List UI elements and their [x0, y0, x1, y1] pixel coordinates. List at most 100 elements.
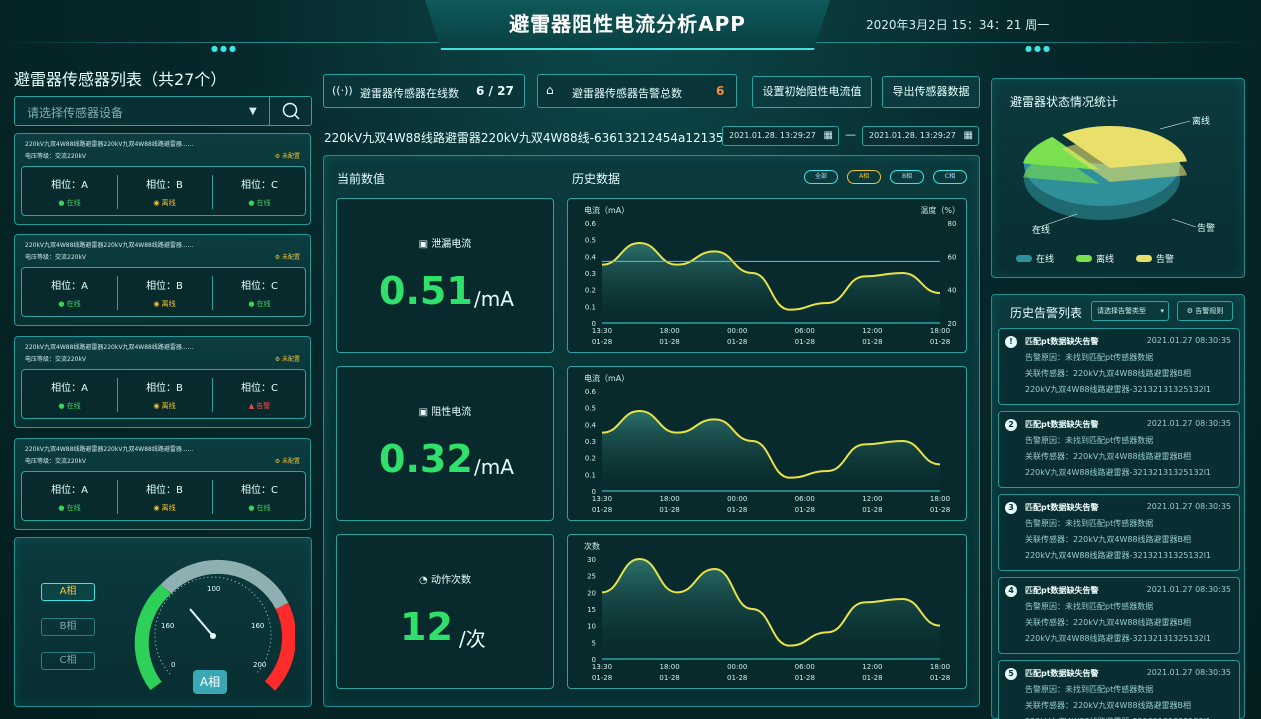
alarm-title: 匹配pt数据缺失告警: [1025, 337, 1099, 346]
y-tick-label: 0.2: [585, 455, 596, 463]
phase-status: 相位：C ● 在线: [241, 180, 278, 207]
alarm-card[interactable]: 5 匹配pt数据缺失告警 2021.01.27 08:30:35 告警原因：未找…: [998, 660, 1240, 719]
signal-icon: ((·)): [332, 84, 353, 97]
filter-c[interactable]: C相: [933, 170, 967, 184]
x-tick-label: 18:00 01-28: [930, 495, 950, 514]
voltage-level: 电压等级：交流220kV: [25, 254, 87, 261]
alarm-sensor: 关联传感器：220kV九双4W88线路避雷器B相: [1025, 701, 1192, 710]
x-tick-label: 13:30 01-28: [592, 663, 612, 682]
alarm-sensor: 关联传感器：220kV九双4W88线路避雷器B相: [1025, 535, 1192, 544]
export-data-button[interactable]: 导出传感器数据: [882, 76, 980, 108]
alarm-time: 2021.01.27 08:30:35: [1146, 585, 1231, 594]
phase-a-button[interactable]: A相: [41, 583, 95, 601]
search-button[interactable]: [269, 97, 311, 125]
y-axis-label: 电流（mA）: [584, 373, 629, 383]
legend-swatch: [1016, 255, 1032, 262]
sensor-card[interactable]: 220kV九双4W88线路避雷器220kV九双4W88线路避雷器...... 电…: [14, 234, 311, 326]
sensor-name: 220kV九双4W88线路避雷器220kV九双4W88线路避雷器......: [25, 446, 194, 453]
x-tick-label: 12:00 01-28: [862, 327, 882, 346]
sensor-card[interactable]: 220kV九双4W88线路避雷器220kV九双4W88线路避雷器...... 电…: [14, 438, 311, 530]
set-initial-current-button[interactable]: 设置初始阻性电流值: [752, 76, 872, 108]
app-title: 避雷器阻性电流分析APP: [509, 12, 746, 36]
calendar-icon[interactable]: ▦: [824, 127, 833, 145]
phase-c-button[interactable]: C相: [41, 652, 95, 670]
alarm-icon: 5: [1005, 668, 1017, 680]
y-tick-label: 25: [587, 573, 596, 581]
current-values-label: 当前数值: [337, 172, 386, 186]
alarm-time: 2021.01.27 08:30:35: [1146, 336, 1231, 345]
alarm-icon: 2: [1005, 419, 1017, 431]
resistive-current-value: 0.32: [379, 437, 473, 481]
legend-label: 离线: [1096, 253, 1114, 265]
sensor-card[interactable]: 220kV九双4W88线路避雷器220kV九双4W88线路避雷器...... 电…: [14, 336, 311, 428]
y-axis-label: 电流（mA）: [584, 205, 629, 215]
chevron-down-icon[interactable]: ▼: [249, 106, 257, 117]
search-icon: [282, 102, 300, 120]
y2-tick-label: 60: [948, 253, 957, 261]
alarm-card[interactable]: ! 匹配pt数据缺失告警 2021.01.27 08:30:35 告警原因：未找…: [998, 328, 1240, 405]
phase-row: 相位：A ● 在线 相位：B ◉ 离线 相位：C ● 在线: [21, 267, 306, 317]
alarm-count-label: 避雷器传感器告警总数: [572, 87, 682, 100]
alarm-title: 匹配pt数据缺失告警: [1025, 586, 1099, 595]
alarm-rule-button[interactable]: ⚙ 告警规则: [1177, 301, 1233, 321]
status-icon: ◉: [153, 504, 162, 512]
x-tick-label: 13:30 01-28: [592, 495, 612, 514]
leader-line: [1033, 213, 1078, 230]
monitor-icon: ▣: [418, 239, 432, 250]
alarm-type-select[interactable]: 请选择告警类型 ▾: [1091, 301, 1169, 321]
alarm-card[interactable]: 2 匹配pt数据缺失告警 2021.01.27 08:30:35 告警原因：未找…: [998, 411, 1240, 488]
gauge-tick: 200: [253, 661, 266, 669]
sensor-card[interactable]: 220kV九双4W88线路避雷器220kV九双4W88线路避雷器...... 电…: [14, 133, 311, 225]
alarm-time: 2021.01.27 08:30:35: [1146, 668, 1231, 677]
alarm-card[interactable]: 3 匹配pt数据缺失告警 2021.01.27 08:30:35 告警原因：未找…: [998, 494, 1240, 571]
alarm-card[interactable]: 4 匹配pt数据缺失告警 2021.01.27 08:30:35 告警原因：未找…: [998, 577, 1240, 654]
phase-row: 相位：A ● 在线 相位：B ◉ 离线 相位：C ● 在线: [21, 471, 306, 521]
filter-b[interactable]: B相: [890, 170, 924, 184]
phase-status: 相位：A ● 在线: [51, 281, 88, 308]
alarm-icon: 4: [1005, 585, 1017, 597]
phase-status: 相位：B ◉ 离线: [146, 281, 183, 308]
voltage-level: 电压等级：交流220kV: [25, 153, 87, 160]
phase-b-button[interactable]: B相: [41, 618, 95, 636]
alarm-reason: 告警原因：未找到匹配pt传感器数据: [1025, 436, 1154, 445]
legend-label: 在线: [1036, 253, 1054, 265]
x-tick-label: 00:00 01-28: [727, 495, 747, 514]
phase-status: 相位：B ◉ 离线: [146, 485, 183, 512]
phase-status: 相位：A ● 在线: [51, 180, 88, 207]
leakage-current-unit: /mA: [474, 287, 514, 311]
deco-dots: ●●●: [1025, 44, 1052, 53]
y-tick-label: 5: [592, 639, 596, 647]
y-tick-label: 0.6: [585, 220, 597, 228]
x-tick-label: 06:00 01-28: [795, 663, 815, 682]
status-icon: ●: [248, 199, 257, 207]
y-tick-label: 30: [587, 556, 596, 564]
sensor-select[interactable]: 请选择传感器设备 ▼: [14, 96, 312, 126]
alarm-sensor: 关联传感器：220kV九双4W88线路避雷器B相: [1025, 369, 1192, 378]
alarm-title: 匹配pt数据缺失告警: [1025, 420, 1099, 429]
leader-line: [1159, 120, 1191, 130]
gear-icon: ⚙: [274, 458, 282, 465]
phase-row: 相位：A ● 在线 相位：B ◉ 离线 相位：C ▲ 告警: [21, 369, 306, 419]
x-tick-label: 18:00 01-28: [659, 327, 679, 346]
y-tick-label: 0.2: [585, 287, 596, 295]
phase-status: 相位：A ● 在线: [51, 383, 88, 410]
alarm-sensor: 关联传感器：220kV九双4W88线路避雷器B相: [1025, 452, 1192, 461]
x-tick-label: 12:00 01-28: [862, 663, 882, 682]
house-alarm-icon: ⌂: [546, 83, 554, 97]
action-count-box: ◔ 动作次数 12 /次: [336, 534, 554, 689]
date-from-input[interactable]: 2021.01.28. 13:29:27 ▦: [722, 126, 839, 146]
date-to-input[interactable]: 2021.01.28. 13:29:27 ▦: [862, 126, 979, 146]
filter-all[interactable]: 全部: [804, 170, 838, 184]
series-area: [602, 411, 940, 491]
action-count-value: 12: [400, 605, 453, 649]
phase-status: 相位：C ● 在线: [241, 281, 278, 308]
series-area: [602, 243, 940, 323]
rule-icon: ⚙: [1186, 307, 1196, 315]
phase-row: 相位：A ● 在线 相位：B ◉ 离线 相位：C ● 在线: [21, 166, 306, 216]
device-icon: ▣: [418, 407, 432, 418]
alarm-time: 2021.01.27 08:30:35: [1146, 419, 1231, 428]
alarm-title: 匹配pt数据缺失告警: [1025, 669, 1099, 678]
calendar-icon[interactable]: ▦: [964, 127, 973, 145]
status-panel: 避雷器状态情况统计 离线 在线 告警 在线 离线 告警: [991, 78, 1245, 278]
filter-a[interactable]: A相: [847, 170, 881, 184]
